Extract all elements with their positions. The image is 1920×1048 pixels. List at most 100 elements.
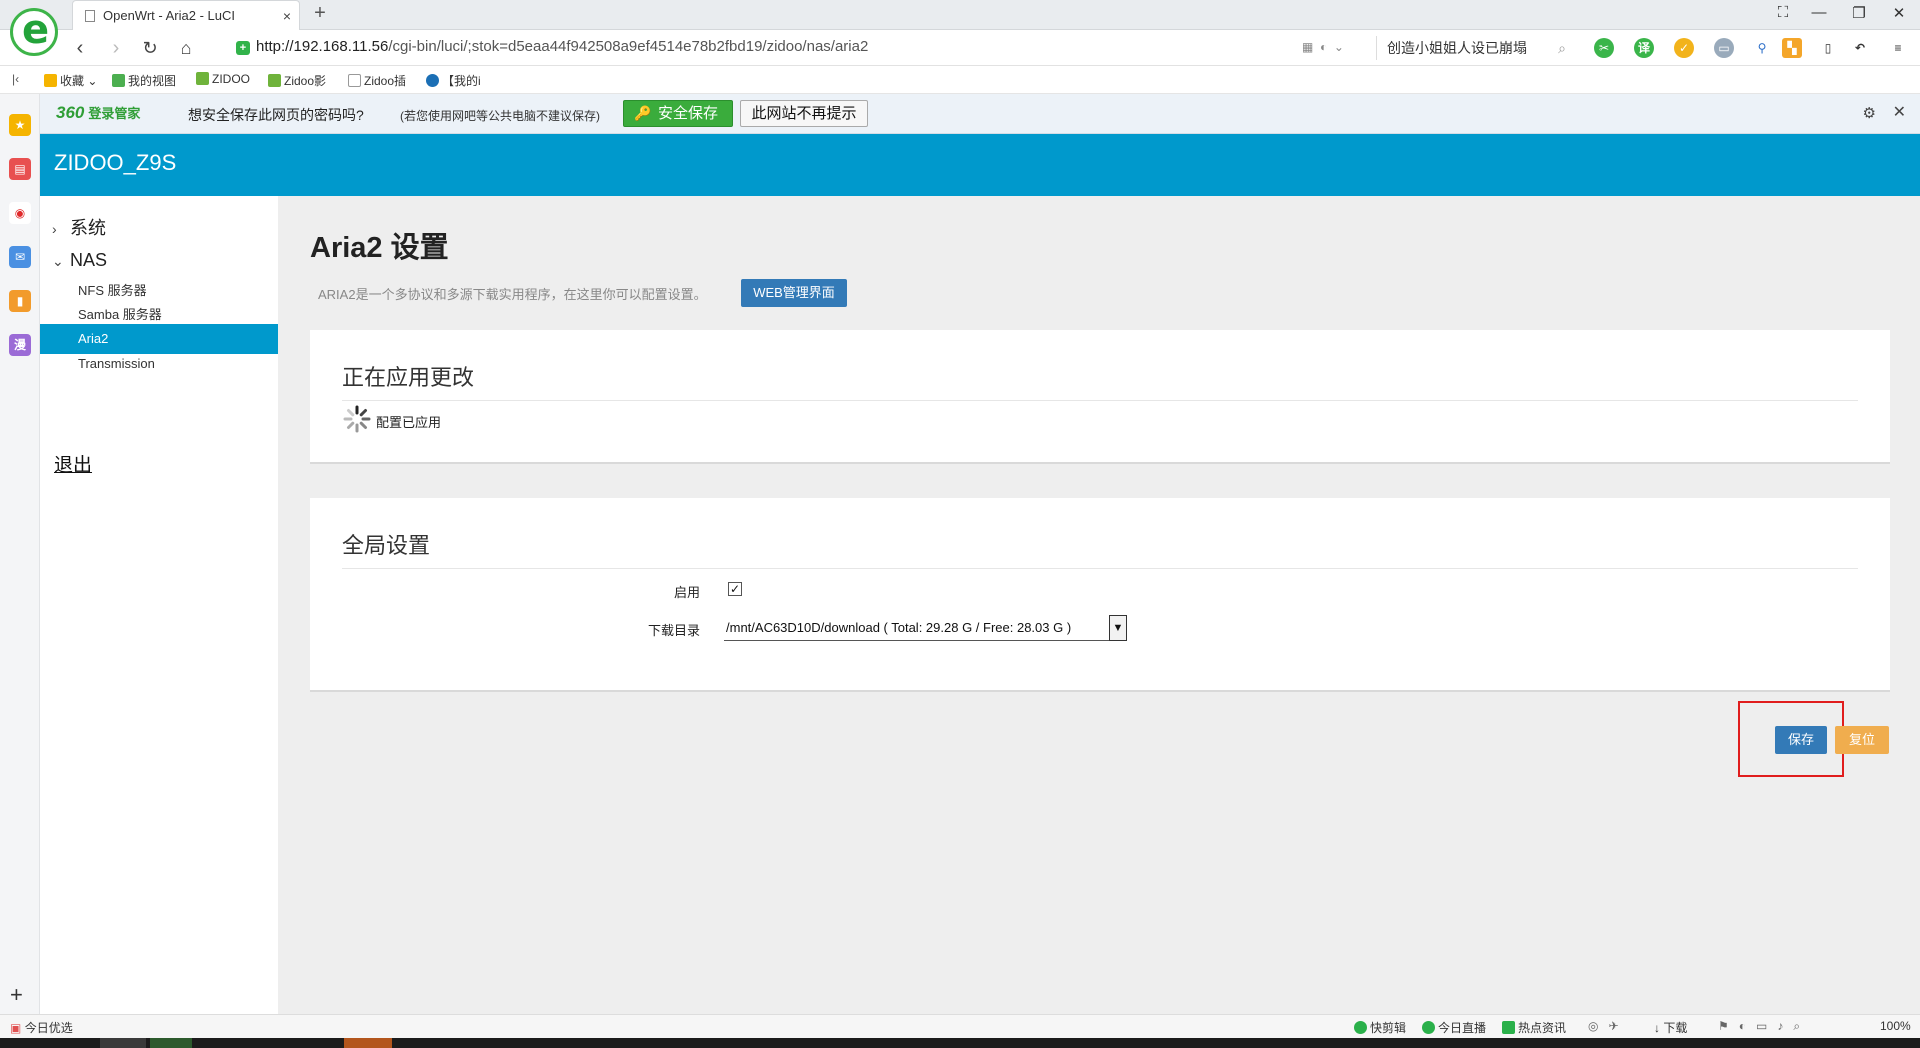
download-icon: ↓ — [1654, 1021, 1660, 1035]
os-taskbar — [0, 1038, 1920, 1048]
secure-save-button[interactable]: 🔑 安全保存 — [623, 100, 733, 127]
taskbar-item[interactable] — [100, 1038, 146, 1048]
tab-close-icon[interactable]: × — [283, 1, 291, 31]
image-ext-icon[interactable]: ▭ — [1714, 38, 1734, 58]
luci-header: ZIDOO_Z9S — [40, 134, 1920, 196]
mail-icon[interactable]: ✉ — [9, 246, 31, 268]
reset-button[interactable]: 复位 — [1835, 726, 1889, 754]
shirt-skin-icon[interactable]: ⛶ — [1772, 4, 1794, 21]
status-misc-icons[interactable]: ⚑ ◐ ▭ ♪ ⌕ — [1718, 1019, 1800, 1034]
applying-changes-panel: 正在应用更改 配置已应用 — [310, 330, 1890, 464]
bookmark-item[interactable]: 我的视图 — [112, 72, 176, 89]
add-icon[interactable]: + — [10, 982, 23, 1008]
magnifier-ext-icon[interactable]: ⚲ — [1752, 38, 1772, 58]
device-brand[interactable]: ZIDOO_Z9S — [54, 150, 176, 176]
tab-title: OpenWrt - Aria2 - LuCI — [103, 8, 235, 23]
restore-icon[interactable]: ❐ — [1848, 4, 1870, 22]
window-close-icon[interactable]: ✕ — [1888, 4, 1910, 22]
play-icon — [1422, 1021, 1435, 1034]
bookmark-label: 收藏 — [60, 74, 85, 88]
bookmark-favorites[interactable]: 收藏 ⌄ — [44, 72, 97, 89]
translate-ext-icon[interactable]: 译 — [1634, 38, 1654, 58]
comic-icon[interactable]: 漫 — [9, 334, 31, 356]
weibo-icon[interactable]: ◉ — [9, 202, 31, 224]
novel-icon[interactable]: ▮ — [9, 290, 31, 312]
url-field[interactable]: http://192.168.11.56/cgi-bin/luci/;stok=… — [256, 38, 868, 55]
status-item-live[interactable]: 今日直播 — [1422, 1019, 1486, 1036]
page-title: Aria2 设置 — [310, 232, 449, 264]
bookmark-icon — [196, 72, 209, 85]
bookmark-item[interactable]: 【我的i — [426, 72, 481, 89]
luci-sidebar: › 系统 ⌄ NAS NFS 服务器 Samba 服务器 Aria2 Transmi… — [40, 196, 278, 1014]
logout-link[interactable]: 退出 — [54, 450, 92, 477]
status-tool-icons[interactable]: ◎ ✈ — [1588, 1019, 1619, 1033]
status-item-news[interactable]: 热点资讯 — [1502, 1019, 1566, 1036]
divider — [342, 568, 1858, 569]
close-icon[interactable]: ✕ — [1893, 102, 1906, 122]
reload-icon[interactable]: ↻ — [138, 36, 162, 60]
brand-sub: 登录管家 — [88, 106, 141, 121]
password-note: (若您使用网吧等公共电脑不建议保存) — [400, 109, 600, 123]
gear-icon[interactable]: ⚙ — [1863, 104, 1876, 122]
home-icon[interactable]: ⌂ — [174, 36, 198, 60]
status-label: 今日直播 — [1438, 1021, 1487, 1035]
status-item-clip[interactable]: 快剪辑 — [1354, 1019, 1406, 1036]
luci-main: Aria2 设置 ARIA2是一个多协议和多源下载实用程序，在这里你可以配置设置… — [278, 196, 1920, 1014]
menu-system[interactable]: › 系统 — [52, 214, 106, 240]
menu-icon[interactable]: ≡ — [1888, 38, 1908, 58]
status-item-download[interactable]: ↓ 下载 — [1654, 1019, 1687, 1036]
chevron-right-icon: › — [52, 221, 57, 237]
today-picks[interactable]: ▣ 今日优选 — [10, 1019, 73, 1036]
favorites-icon[interactable]: ★ — [9, 114, 31, 136]
zoom-level[interactable]: 100% — [1880, 1019, 1911, 1033]
back-icon[interactable]: ‹ — [68, 36, 92, 60]
taskbar-item[interactable] — [150, 1038, 192, 1048]
never-prompt-button[interactable]: 此网站不再提示 — [740, 100, 868, 127]
bookmark-item[interactable]: ZIDOO — [196, 72, 250, 86]
news-icon[interactable]: ▤ — [9, 158, 31, 180]
menu-nas-label: NAS — [70, 250, 108, 270]
enable-checkbox[interactable]: ✓ — [728, 582, 742, 596]
bookmark-item[interactable]: Zidoo插 — [348, 72, 406, 89]
page-icon — [85, 10, 95, 22]
qr-compat-icons[interactable]: ▦ ◐ ⌄ — [1302, 40, 1344, 54]
divider — [342, 400, 1858, 401]
web-ui-button[interactable]: WEB管理界面 — [741, 279, 847, 307]
chevron-down-icon: ▼ — [1109, 615, 1127, 641]
page-description: ARIA2是一个多协议和多源下载实用程序，在这里你可以配置设置。 — [318, 287, 707, 302]
enable-label: 启用 — [673, 585, 700, 600]
save-button[interactable]: 保存 — [1775, 726, 1827, 754]
bookmark-item[interactable]: Zidoo影 — [268, 72, 326, 89]
bookmark-icon — [426, 74, 439, 87]
forward-icon[interactable]: › — [104, 36, 128, 60]
shield-ext-icon[interactable]: ✓ — [1674, 38, 1694, 58]
sidebar-toggle-icon[interactable]: |‹ — [12, 72, 19, 86]
address-bar: ‹ › ↻ ⌂ + http://192.168.11.56/cgi-bin/l… — [0, 30, 1920, 66]
loading-spinner-icon — [343, 405, 371, 433]
search-input[interactable]: 创造小姐姐人设已崩塌 ⌕ — [1376, 36, 1566, 60]
browser-tab[interactable]: OpenWrt - Aria2 - LuCI × — [72, 0, 300, 30]
apps-ext-icon[interactable]: ▚ — [1782, 38, 1802, 58]
search-icon[interactable]: ⌕ — [1558, 36, 1566, 60]
bookmarks-bar: |‹ 收藏 ⌄ 我的视图 ZIDOO Zidoo影 Zidoo插 【我的i — [0, 66, 1920, 94]
menu-system-label: 系统 — [70, 218, 106, 238]
tablet-icon[interactable]: ▯ — [1818, 38, 1838, 58]
scissors-ext-icon[interactable]: ✂ — [1594, 38, 1614, 58]
download-dir-value: /mnt/AC63D10D/download ( Total: 29.28 G … — [726, 620, 1072, 635]
brand-logo: 360 — [56, 103, 85, 122]
key-icon: 🔑 — [634, 105, 652, 121]
browser-tab-bar: OpenWrt - Aria2 - LuCI × + ⛶ — ❐ ✕ — [0, 0, 1920, 30]
chevron-down-icon: ⌄ — [52, 253, 64, 269]
undo-icon[interactable]: ↶ — [1850, 38, 1870, 58]
new-tab-button[interactable]: + — [310, 2, 330, 25]
play-icon — [1354, 1021, 1367, 1034]
password-manager-brand: 360 登录管家 — [56, 103, 140, 123]
password-save-bar: 360 登录管家 想安全保存此网页的密码吗? (若您使用网吧等公共电脑不建议保存)… — [40, 94, 1920, 134]
bookmark-label: Zidoo插 — [364, 74, 407, 88]
menu-nas[interactable]: ⌄ NAS — [52, 250, 107, 271]
download-dir-label: 下载目录 — [647, 623, 700, 638]
minimize-icon[interactable]: — — [1808, 4, 1830, 21]
taskbar-item[interactable] — [344, 1038, 392, 1048]
download-dir-select[interactable]: /mnt/AC63D10D/download ( Total: 29.28 G … — [724, 615, 1127, 641]
menu-item-transmission[interactable]: Transmission — [40, 349, 278, 379]
